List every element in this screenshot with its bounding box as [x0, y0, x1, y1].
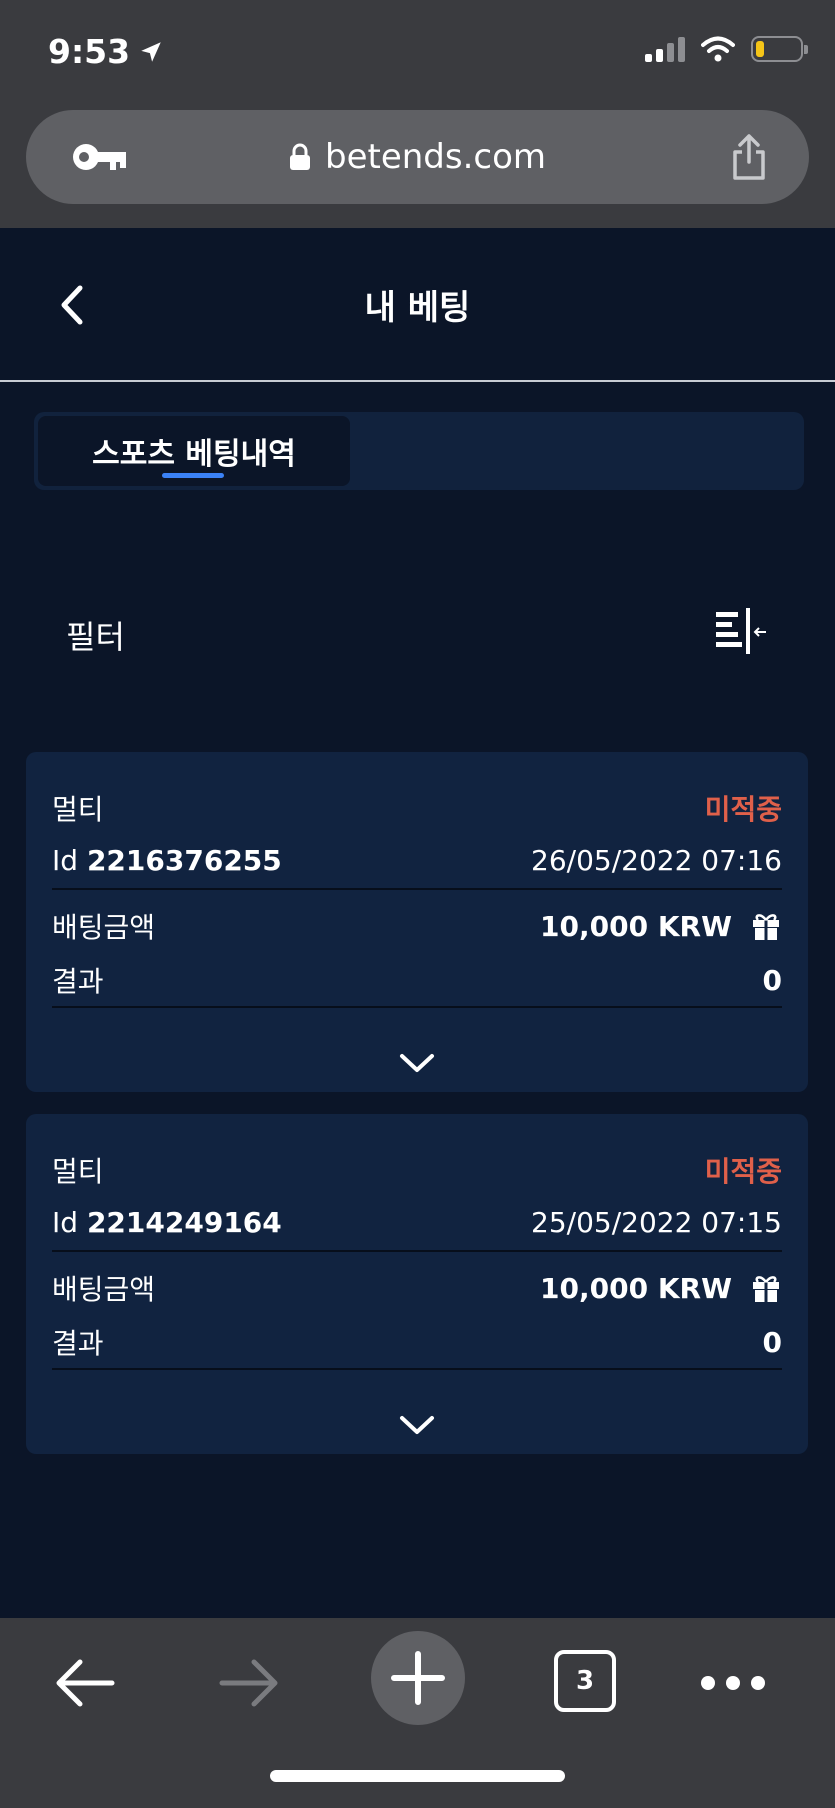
- divider: [52, 1250, 782, 1252]
- expand-bet-button[interactable]: [26, 1414, 808, 1436]
- cellular-signal-icon: [645, 36, 685, 62]
- tab-active-indicator: [162, 473, 224, 478]
- stake-value: 10,000 KRW: [540, 909, 732, 943]
- result-label: 결과: [52, 1327, 104, 1360]
- stake-label: 배팅금액: [52, 1273, 156, 1306]
- divider: [52, 888, 782, 890]
- bet-date: 25/05/2022 07:15: [531, 1206, 782, 1239]
- url-text: betends.com: [324, 137, 547, 177]
- bet-type: 멀티: [52, 1155, 104, 1188]
- stake-value: 10,000 KRW: [540, 1271, 732, 1305]
- share-icon[interactable]: [729, 132, 769, 182]
- bet-id-label: Id: [52, 844, 79, 877]
- chevron-down-icon: [400, 1416, 434, 1434]
- browser-back-icon[interactable]: [50, 1648, 120, 1718]
- filter-sort-icon[interactable]: [712, 606, 768, 658]
- bet-id-value: 2214249164: [86, 1206, 282, 1239]
- gift-icon: [753, 1276, 779, 1302]
- bet-status-badge: 미적중: [704, 1155, 782, 1188]
- battery-icon: [751, 36, 808, 62]
- address-bar[interactable]: betends.com: [26, 110, 809, 204]
- lock-icon: [289, 143, 310, 170]
- wifi-icon: [701, 36, 735, 62]
- new-tab-plus-icon[interactable]: [370, 1630, 466, 1726]
- more-options-icon[interactable]: [698, 1648, 768, 1718]
- stake-label: 배팅금액: [52, 911, 156, 944]
- result-value: 0: [762, 1325, 782, 1359]
- expand-bet-button[interactable]: [26, 1052, 808, 1074]
- bet-type: 멀티: [52, 793, 104, 826]
- chevron-down-icon: [400, 1054, 434, 1072]
- result-value: 0: [762, 963, 782, 997]
- bet-date: 26/05/2022 07:16: [531, 844, 782, 877]
- browser-forward-icon[interactable]: [214, 1648, 284, 1718]
- browser-chrome: 9:53 betends.com: [0, 0, 835, 228]
- page-title: 내 베팅: [364, 288, 471, 328]
- tab-count-text: 3: [575, 1666, 595, 1696]
- status-icons: [645, 36, 808, 62]
- filter-label[interactable]: 필터: [66, 612, 125, 658]
- tab-sports-bet-history[interactable]: 스포츠 베팅내역: [38, 416, 350, 486]
- bet-id: Id 2214249164: [52, 1206, 282, 1239]
- page-header: 내 베팅: [0, 228, 835, 382]
- tab-bar: 스포츠 베팅내역: [34, 412, 804, 490]
- url-display[interactable]: betends.com: [26, 110, 809, 204]
- tabs-count-button[interactable]: 3: [554, 1650, 616, 1712]
- home-indicator: [270, 1770, 565, 1782]
- bet-id: Id 2216376255: [52, 844, 282, 877]
- status-time-text: 9:53: [48, 32, 131, 71]
- bet-status-badge: 미적중: [704, 793, 782, 826]
- gift-icon: [753, 914, 779, 940]
- result-label: 결과: [52, 965, 104, 998]
- bet-card: 멀티 미적중 Id 2214249164 25/05/2022 07:15 배팅…: [26, 1114, 808, 1454]
- stake-amount: 10,000 KRW: [540, 910, 782, 943]
- bet-id-label: Id: [52, 1206, 79, 1239]
- bet-card: 멀티 미적중 Id 2216376255 26/05/2022 07:16 배팅…: [26, 752, 808, 1092]
- status-time: 9:53: [48, 32, 164, 71]
- divider: [52, 1006, 782, 1008]
- stake-amount: 10,000 KRW: [540, 1272, 782, 1305]
- bet-id-value: 2216376255: [86, 844, 282, 877]
- divider: [52, 1368, 782, 1370]
- location-arrow-icon: [141, 41, 161, 62]
- tab-label: 스포츠 베팅내역: [92, 437, 296, 472]
